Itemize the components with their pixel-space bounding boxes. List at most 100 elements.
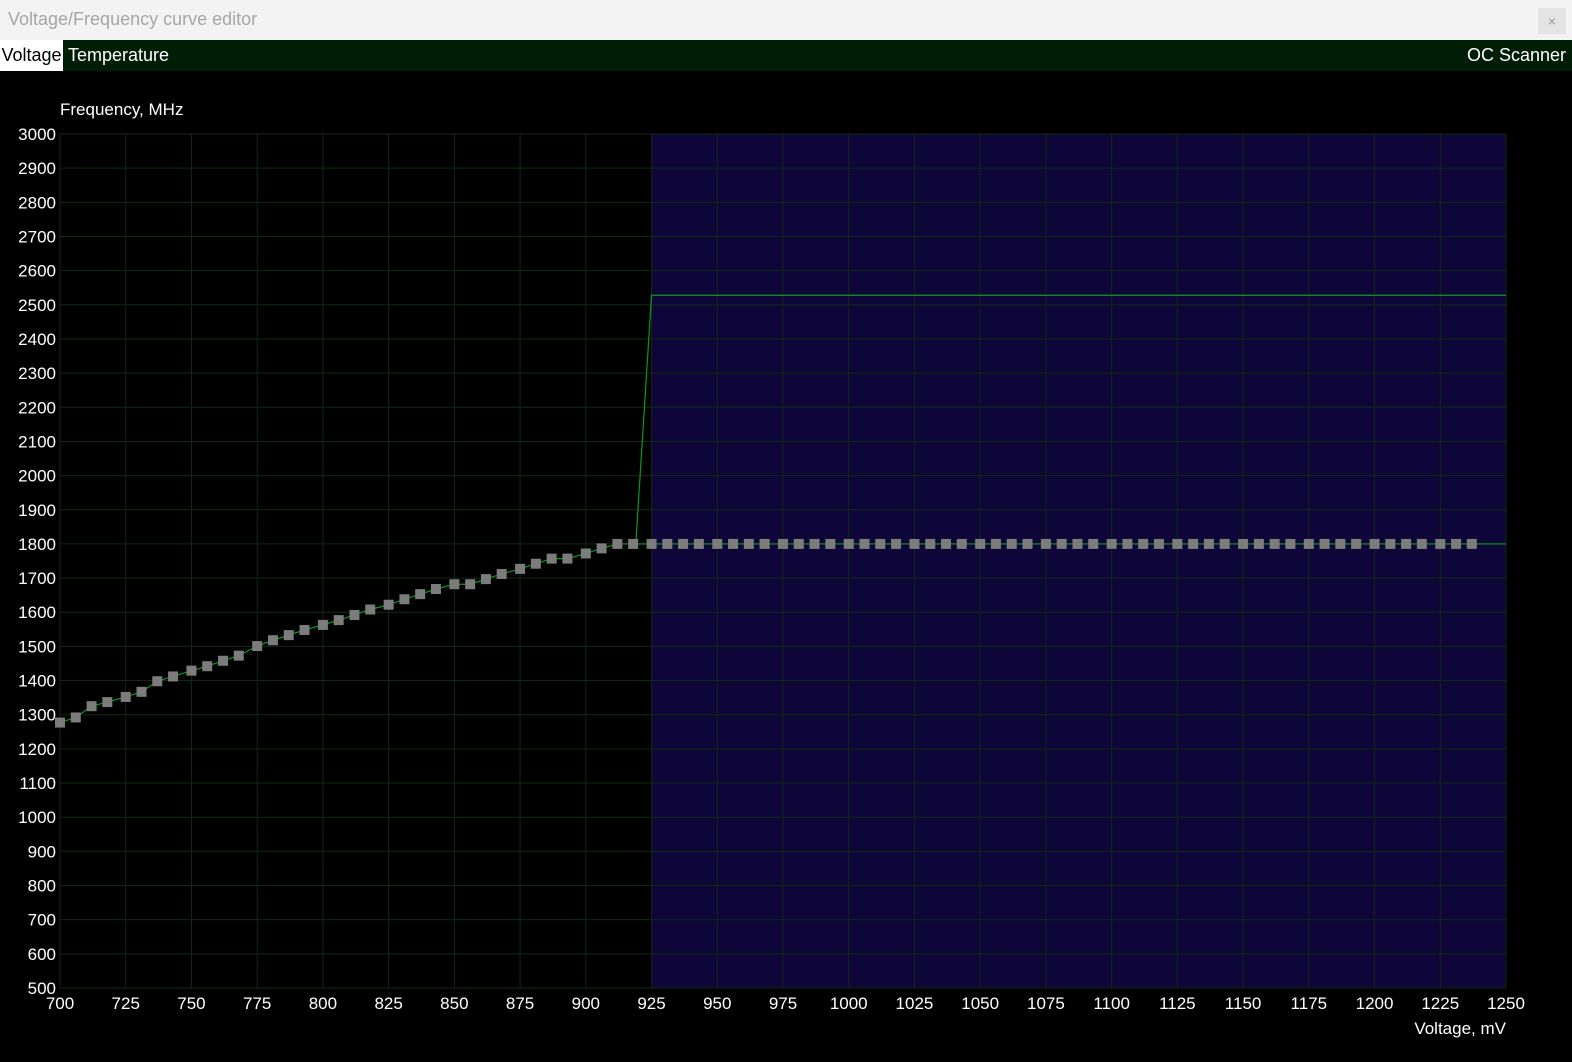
curve-point[interactable]	[678, 538, 689, 549]
curve-point[interactable]	[778, 538, 788, 549]
curve-point[interactable]	[267, 635, 278, 646]
curve-point[interactable]	[496, 568, 507, 579]
y-tick-label: 2700	[18, 227, 56, 246]
curve-point[interactable]	[120, 691, 131, 702]
curve-point[interactable]	[596, 543, 607, 554]
curve-point[interactable]	[186, 665, 197, 676]
curve-point[interactable]	[70, 712, 81, 723]
tab-voltage[interactable]: Voltage	[0, 40, 63, 71]
curve-point[interactable]	[1416, 538, 1427, 549]
curve-point[interactable]	[1138, 538, 1149, 549]
curve-point[interactable]	[1219, 538, 1230, 549]
curve-point[interactable]	[1335, 538, 1346, 549]
curve-point[interactable]	[480, 574, 491, 585]
curve-point[interactable]	[449, 579, 460, 590]
curve-point[interactable]	[399, 594, 410, 605]
curve-point[interactable]	[1253, 538, 1264, 549]
curve-point[interactable]	[990, 538, 1001, 549]
curve-point[interactable]	[1385, 538, 1396, 549]
curve-point[interactable]	[546, 553, 557, 564]
curve-point[interactable]	[1285, 538, 1296, 549]
x-tick-label: 1100	[1093, 994, 1130, 1013]
curve-point[interactable]	[86, 701, 97, 712]
curve-point[interactable]	[1122, 538, 1133, 549]
curve-point[interactable]	[333, 615, 344, 626]
curve-point[interactable]	[1369, 538, 1380, 549]
curve-point[interactable]	[1319, 538, 1330, 549]
curve-point[interactable]	[365, 604, 376, 615]
curve-point[interactable]	[415, 589, 426, 600]
curve-point[interactable]	[1269, 538, 1280, 549]
x-tick-label: 975	[769, 994, 797, 1013]
x-axis-label: Voltage, mV	[1414, 1019, 1506, 1038]
curve-point[interactable]	[1172, 538, 1183, 549]
curve-point[interactable]	[1435, 538, 1446, 549]
x-tick-label: 1050	[961, 994, 999, 1013]
curve-point[interactable]	[562, 553, 573, 564]
curve-point[interactable]	[1056, 538, 1067, 549]
curve-point[interactable]	[875, 538, 886, 549]
curve-point[interactable]	[941, 538, 952, 549]
y-tick-label: 800	[28, 877, 56, 896]
curve-point[interactable]	[55, 717, 65, 728]
curve-point[interactable]	[430, 584, 441, 595]
curve-point[interactable]	[136, 686, 147, 697]
curve-point[interactable]	[728, 538, 739, 549]
curve-point[interactable]	[843, 538, 854, 549]
curve-point[interactable]	[218, 655, 229, 666]
curve-point[interactable]	[628, 538, 639, 549]
curve-point[interactable]	[1106, 538, 1117, 549]
curve-point[interactable]	[283, 630, 294, 641]
curve-point[interactable]	[515, 563, 526, 574]
curve-point[interactable]	[202, 661, 213, 672]
curve-point[interactable]	[925, 538, 936, 549]
curve-point[interactable]	[793, 538, 804, 549]
oc-scanner-button[interactable]: OC Scanner	[1467, 40, 1566, 71]
curve-point[interactable]	[1153, 538, 1164, 549]
curve-point[interactable]	[1040, 538, 1051, 549]
curve-point[interactable]	[1006, 538, 1017, 549]
curve-point[interactable]	[383, 599, 394, 610]
curve-point[interactable]	[646, 538, 657, 549]
curve-point[interactable]	[349, 609, 360, 620]
curve-point[interactable]	[317, 619, 328, 630]
curve-point[interactable]	[909, 538, 920, 549]
curve-point[interactable]	[1466, 538, 1477, 549]
x-tick-label: 1250	[1487, 994, 1525, 1013]
curve-point[interactable]	[1203, 538, 1214, 549]
curve-point[interactable]	[743, 538, 754, 549]
close-button[interactable]: ×	[1538, 8, 1566, 34]
curve-point[interactable]	[1072, 538, 1083, 549]
curve-point[interactable]	[465, 579, 476, 590]
curve-point[interactable]	[1351, 538, 1362, 549]
curve-point[interactable]	[1303, 538, 1314, 549]
curve-point[interactable]	[1188, 538, 1199, 549]
curve-point[interactable]	[1022, 538, 1033, 549]
curve-point[interactable]	[1451, 538, 1462, 549]
y-tick-label: 2300	[18, 364, 56, 383]
curve-point[interactable]	[1401, 538, 1412, 549]
curve-point[interactable]	[299, 625, 310, 636]
curve-point[interactable]	[891, 538, 902, 549]
vf-curve-chart[interactable]: 3000 2900 2800 2700 2600 2500 2400 2300 2200 2100…	[0, 71, 1572, 1062]
curve-point[interactable]	[1238, 538, 1249, 549]
curve-point[interactable]	[1088, 538, 1099, 549]
curve-point[interactable]	[712, 538, 723, 549]
curve-point[interactable]	[693, 538, 704, 549]
curve-point[interactable]	[956, 538, 967, 549]
curve-point[interactable]	[252, 641, 263, 652]
curve-point[interactable]	[759, 538, 770, 549]
curve-point[interactable]	[975, 538, 986, 549]
curve-point[interactable]	[662, 538, 673, 549]
tab-temperature[interactable]: Temperature	[68, 40, 169, 71]
curve-point[interactable]	[530, 558, 541, 569]
curve-point[interactable]	[612, 538, 623, 549]
curve-point[interactable]	[168, 671, 179, 682]
curve-point[interactable]	[825, 538, 836, 549]
curve-point[interactable]	[233, 650, 244, 661]
curve-point[interactable]	[152, 676, 163, 687]
curve-point[interactable]	[580, 548, 591, 559]
curve-point[interactable]	[809, 538, 820, 549]
curve-point[interactable]	[859, 538, 870, 549]
curve-point[interactable]	[102, 697, 113, 708]
